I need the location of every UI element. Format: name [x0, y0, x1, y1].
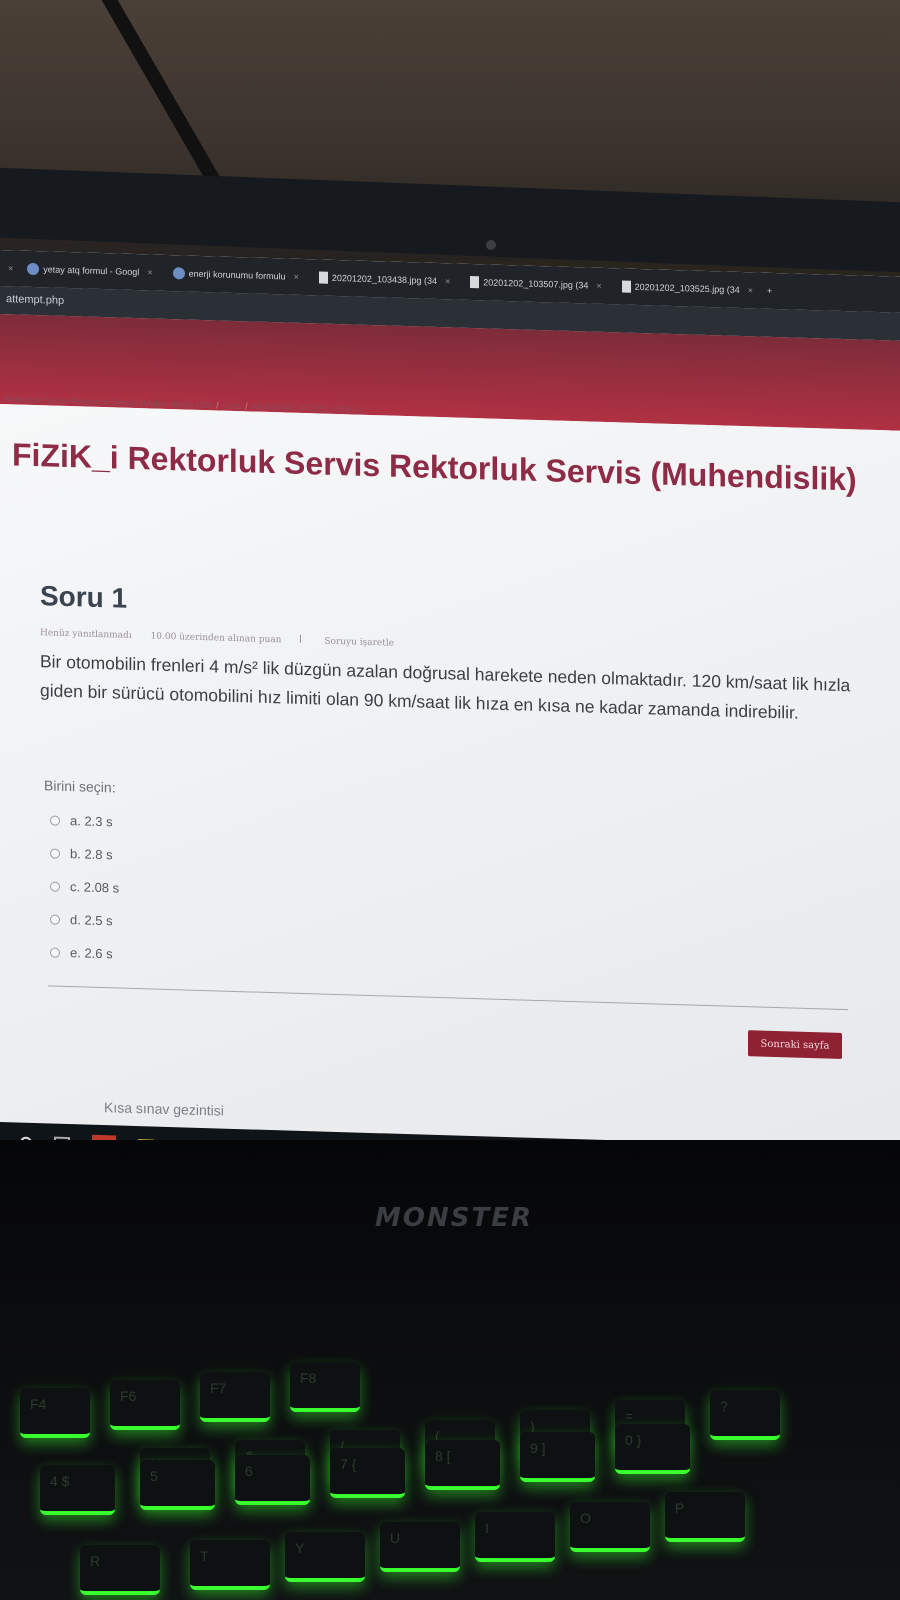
close-icon[interactable]: × — [445, 276, 450, 286]
laptop-screen: × yetay atq formul - Googl × enerji koru… — [0, 250, 900, 1177]
radio-button[interactable] — [50, 946, 60, 958]
brand-logo: MONSTER — [375, 1203, 533, 1233]
answer-prompt: Birini seçin: — [44, 777, 116, 796]
radio-button[interactable] — [50, 880, 60, 892]
keyboard-key: I — [475, 1512, 555, 1562]
browser-tab[interactable]: yetay atq formul - Googl × — [21, 256, 158, 286]
radio-button[interactable] — [50, 814, 60, 826]
keyboard-key: U — [380, 1522, 460, 1572]
browser-tab[interactable]: enerji korunumu formulu × — [167, 260, 305, 290]
answer-option-c[interactable]: c. 2.08 s — [50, 869, 119, 904]
flag-question-label: Soruyu işaretle — [324, 636, 395, 649]
keyboard-key: ? — [710, 1390, 780, 1440]
file-icon — [470, 275, 480, 289]
browser-tab[interactable]: 20201202_103507.jpg (34 × — [464, 269, 607, 299]
keyboard-key: 5 — [140, 1460, 215, 1510]
keyboard-key: F7 — [200, 1372, 270, 1422]
keyboard-key: 4 $ — [40, 1465, 115, 1515]
keyboard-key: 8 [ — [425, 1440, 500, 1490]
keyboard-key: O — [570, 1502, 650, 1552]
answer-options: a. 2.3 s b. 2.8 s c. 2.08 s d. 2.5 s e. … — [50, 803, 119, 970]
page-title: FiZiK_i Rektorluk Servis Rektorluk Servi… — [12, 436, 857, 498]
answer-option-b[interactable]: b. 2.8 s — [50, 836, 119, 871]
quiz-navigation-heading[interactable]: Kısa sınav gezintisi — [104, 1099, 224, 1119]
google-icon — [27, 262, 40, 276]
url-text: attempt.php — [6, 293, 65, 307]
option-label: b. 2.8 s — [70, 846, 113, 863]
webcam — [486, 240, 496, 250]
answer-option-a[interactable]: a. 2.3 s — [50, 803, 119, 838]
breadcrumb-item-section[interactable]: Giriş — [223, 401, 242, 412]
file-icon — [318, 271, 328, 284]
option-label: e. 2.6 s — [70, 945, 113, 962]
radio-button[interactable] — [50, 847, 60, 859]
answer-option-d[interactable]: d. 2.5 s — [50, 902, 119, 937]
option-label: d. 2.5 s — [70, 912, 113, 929]
keyboard-key: F4 — [20, 1388, 90, 1438]
divider — [48, 985, 848, 1011]
question-status: Henüz yanıtlanmadı — [40, 628, 132, 641]
question-text: Bir otomobilin frenleri 4 m/s² lik düzgü… — [40, 651, 851, 723]
keyboard-key: 9 ] — [520, 1432, 595, 1482]
close-icon[interactable]: × — [596, 281, 601, 291]
flag-icon — [300, 634, 309, 644]
keyboard-key: 7 { — [330, 1448, 405, 1498]
flag-question-link[interactable]: Soruyu işaretle — [300, 634, 410, 649]
tab-label: 20201202_103507.jpg (34 — [483, 277, 589, 291]
breadcrumb-separator: / — [216, 400, 219, 411]
keyboard-key: Y — [285, 1532, 365, 1582]
keyboard-key: 6 — [235, 1455, 310, 1505]
file-icon — [621, 280, 631, 293]
close-icon[interactable]: × — [748, 285, 753, 295]
quiz-page: Rektorluk Servis Rektorluk Servis (Muhen… — [0, 394, 900, 1177]
browser-tab[interactable]: 20201202_103525.jpg (34 × — [616, 273, 759, 303]
option-label: c. 2.08 s — [70, 879, 120, 896]
tab-label: 20201202_103438.jpg (34 — [331, 272, 437, 286]
keyboard-key: F8 — [290, 1362, 360, 1412]
tab-label: 20201202_103525.jpg (34 — [634, 281, 740, 295]
tab-label: enerji korunumu formulu — [188, 268, 286, 282]
new-tab-button[interactable]: + — [767, 286, 772, 296]
next-page-button[interactable]: Sonraki sayfa — [748, 1030, 842, 1059]
answer-option-e[interactable]: e. 2.6 s — [50, 935, 119, 970]
question-points: 10.00 üzerinden alınan puan — [150, 631, 282, 646]
option-label: a. 2.3 s — [70, 813, 113, 830]
keyboard-key: R — [80, 1545, 160, 1595]
close-icon[interactable]: × — [294, 272, 299, 282]
keyboard-key: P — [665, 1492, 745, 1542]
question-info: Henüz yanıtlanmadı 10.00 üzerinden alına… — [40, 627, 426, 649]
breadcrumb-separator: / — [245, 401, 248, 412]
close-icon[interactable]: × — [8, 263, 13, 273]
breadcrumb-item-quiz[interactable]: ARASINAV (FIZ111 FIZIK-I) — [252, 401, 363, 414]
keyboard-key: F6 — [110, 1380, 180, 1430]
tab-label: yetay atq formul - Googl — [43, 264, 140, 278]
keyboard-key: T — [190, 1540, 270, 1590]
question-title: Soru 1 — [40, 580, 128, 614]
keyboard-key: 0 } — [615, 1424, 690, 1474]
google-icon — [172, 267, 185, 280]
browser-tab[interactable]: 20201202_103438.jpg (34 × — [313, 264, 456, 294]
radio-button[interactable] — [50, 913, 60, 925]
close-icon[interactable]: × — [147, 267, 152, 277]
